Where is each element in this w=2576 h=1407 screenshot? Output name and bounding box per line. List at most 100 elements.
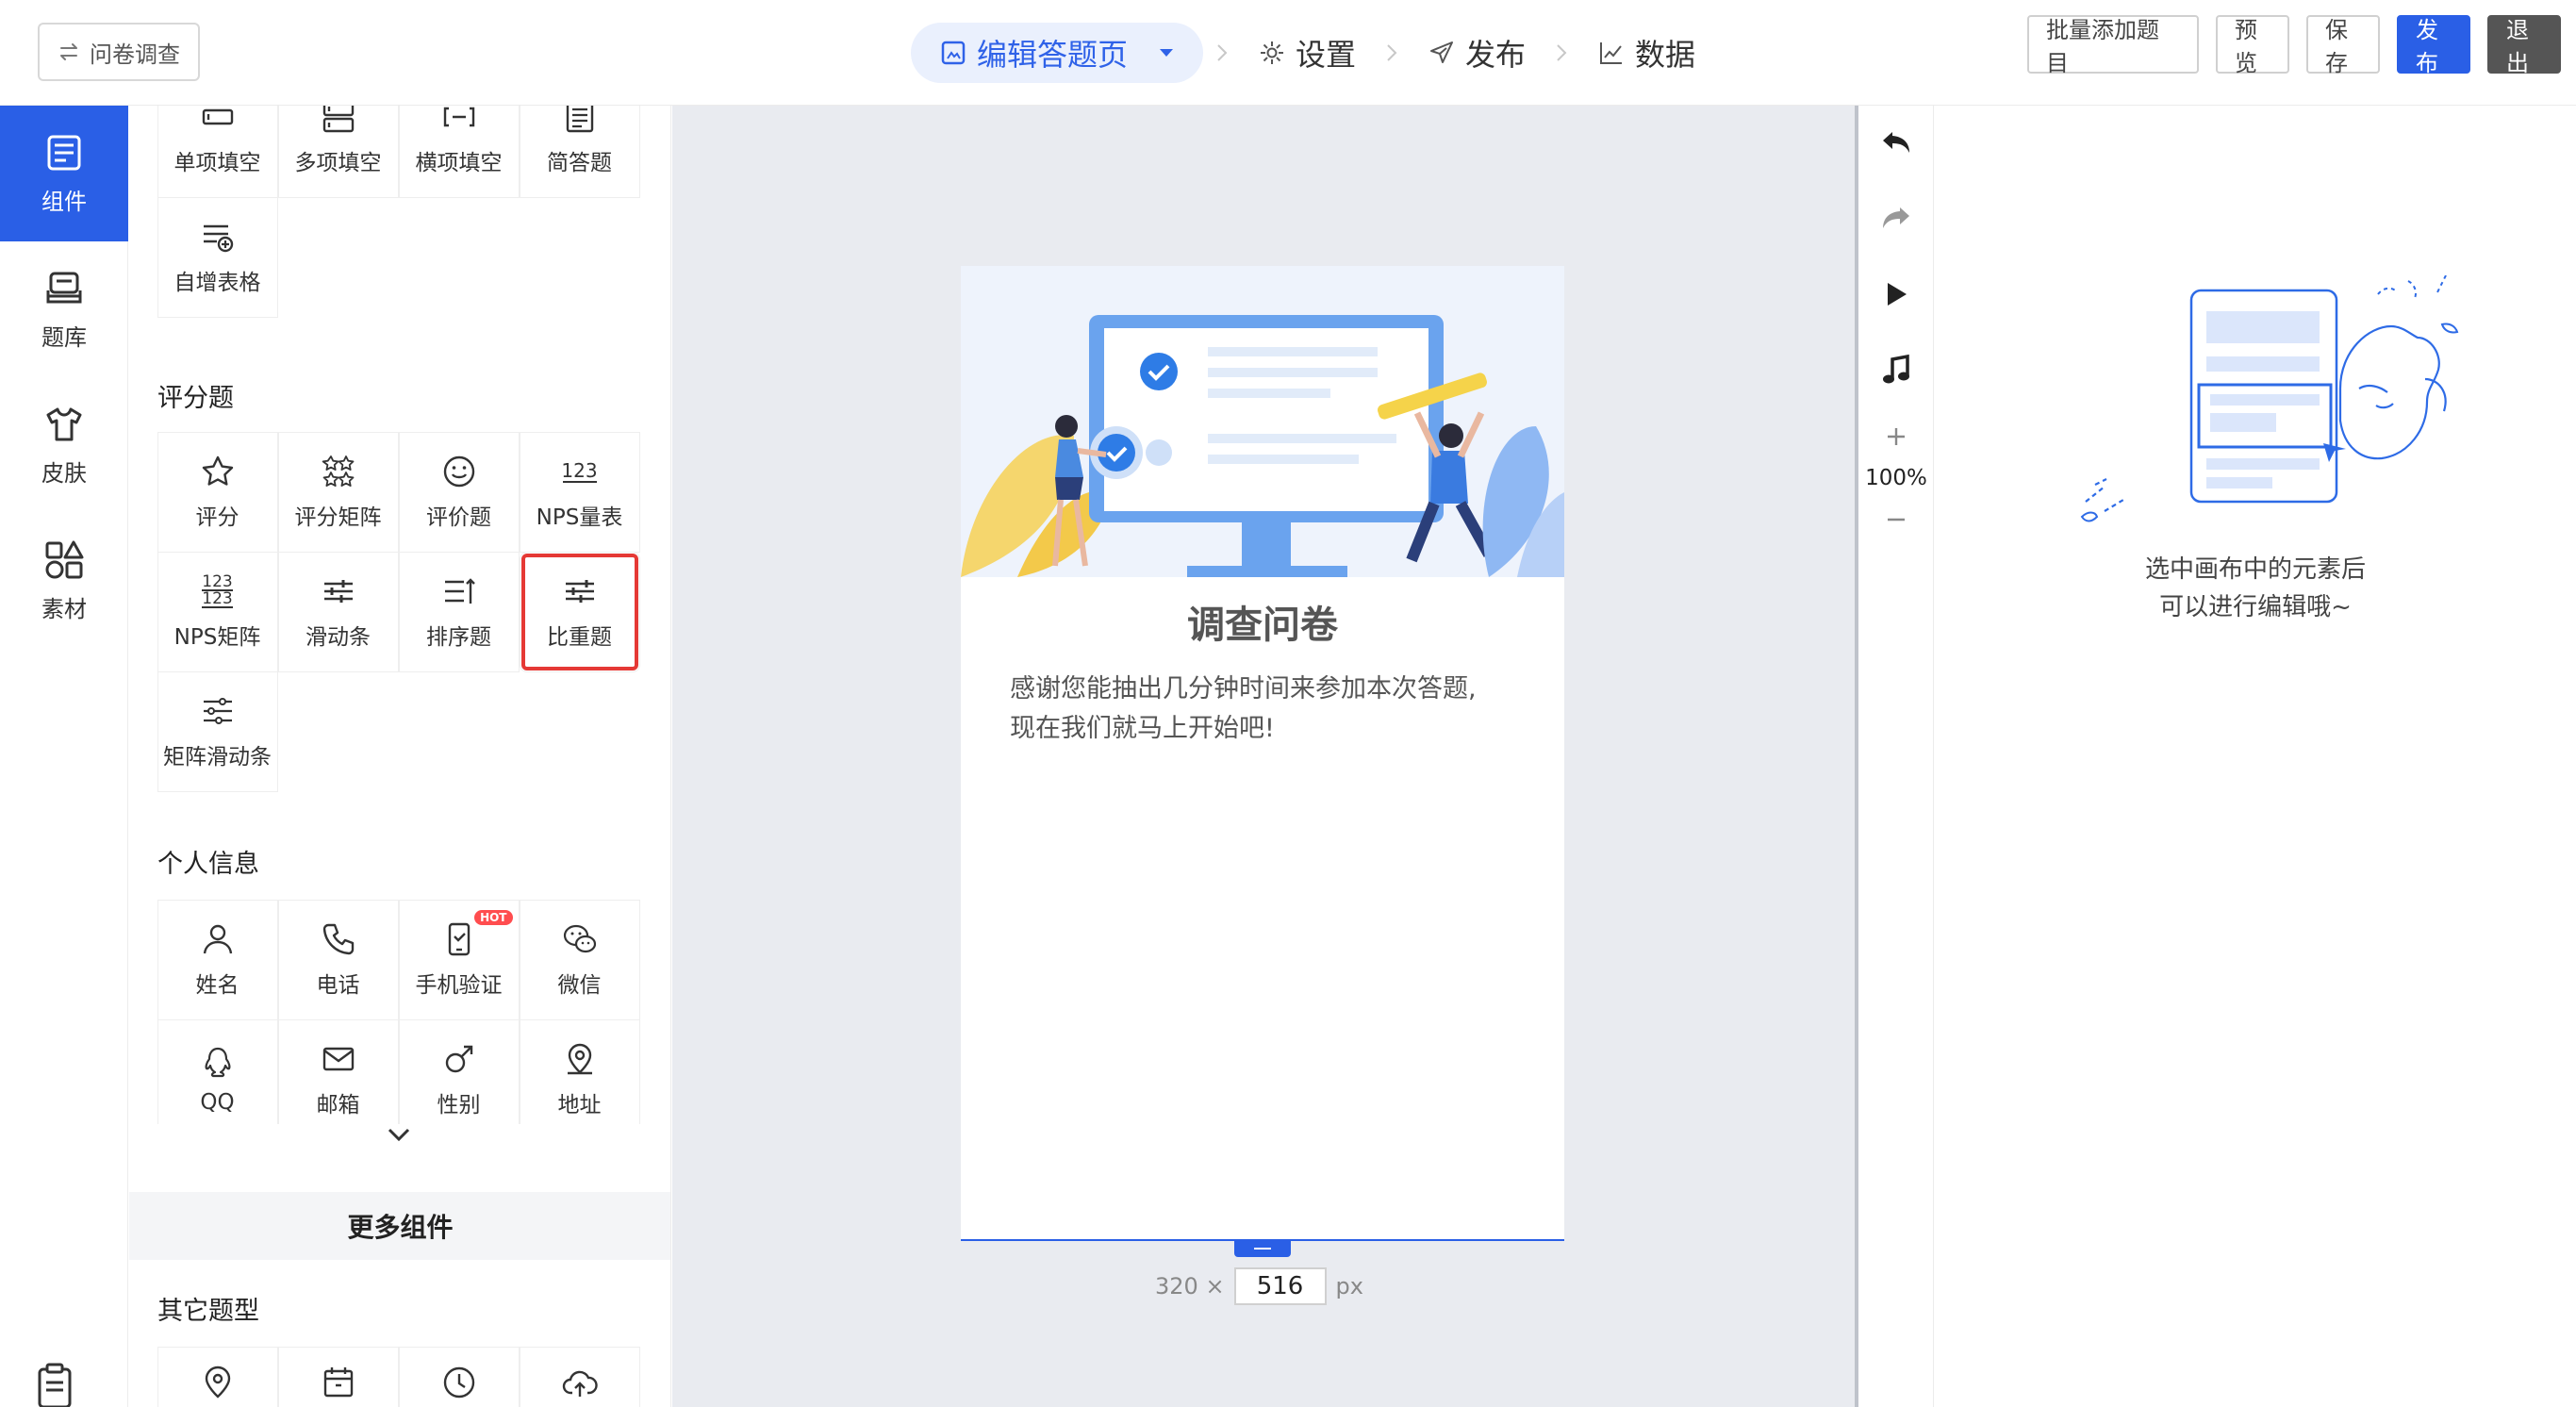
step-navigation: 编辑答题页 设置 发布 数据 <box>911 23 1712 83</box>
short-answer-icon <box>562 106 598 135</box>
component-label: 滑动条 <box>305 624 371 650</box>
component-label: 自增表格 <box>173 270 261 295</box>
nps-glyph: 123 <box>202 571 233 591</box>
component-single-fill[interactable]: 单项填空 <box>157 106 278 198</box>
nav-item-label: 题库 <box>41 323 87 351</box>
undo-icon[interactable] <box>1858 106 1934 181</box>
survey-description-line: 感谢您能抽出几分钟时间来参加本次答题, <box>1010 674 1477 704</box>
chevron-right-icon <box>1543 42 1580 63</box>
multi-fill-icon <box>321 106 356 135</box>
component-label: 简答题 <box>547 150 612 175</box>
component-label: 邮箱 <box>316 1092 360 1117</box>
chevron-right-icon <box>1373 42 1411 63</box>
component-other-2[interactable] <box>277 1346 399 1407</box>
empty-state-line: 可以进行编辑哦~ <box>2159 593 2352 621</box>
person-icon <box>200 921 236 957</box>
clipboard-icon[interactable] <box>34 1350 94 1407</box>
component-email[interactable]: 邮箱 <box>277 1018 399 1140</box>
nav-item-skin[interactable]: 皮肤 <box>0 377 128 513</box>
tool-column: 100% <box>1855 106 1934 1407</box>
component-name[interactable]: 姓名 <box>157 899 278 1020</box>
gender-icon <box>441 1041 477 1077</box>
publish-button[interactable]: 发布 <box>2397 15 2470 76</box>
left-nav: 组件 题库 皮肤 素材 <box>0 106 128 1407</box>
nav-item-materials[interactable]: 素材 <box>0 513 128 649</box>
shapes-icon <box>43 539 85 581</box>
preview-button[interactable]: 预览 <box>2216 15 2289 76</box>
swap-arrows-icon <box>58 41 80 62</box>
step-label: 发布 <box>1465 37 1527 73</box>
component-proportion[interactable]: 比重题 <box>519 551 640 672</box>
component-other-1[interactable] <box>157 1346 278 1407</box>
caret-down-icon[interactable] <box>1158 47 1175 58</box>
component-other-3[interactable] <box>398 1346 520 1407</box>
play-icon[interactable] <box>1858 257 1934 332</box>
component-label: 微信 <box>557 972 602 998</box>
step-publish[interactable]: 发布 <box>1411 23 1543 83</box>
component-matrix-slider[interactable]: 矩阵滑动条 <box>157 670 278 792</box>
horizontal-fill-icon <box>441 106 477 135</box>
component-multi-fill[interactable]: 多项填空 <box>277 106 399 198</box>
nav-item-components[interactable]: 组件 <box>0 106 128 241</box>
component-horizontal-fill[interactable]: 横项填空 <box>398 106 520 198</box>
step-settings[interactable]: 设置 <box>1241 23 1373 83</box>
zoom-out-icon[interactable] <box>1858 490 1934 549</box>
top-bar: 问卷调查 编辑答题页 设置 发布 数据 批量添加题目 预览 保存 发布 退出 <box>0 0 2576 106</box>
component-other-4[interactable] <box>519 1346 640 1407</box>
component-label: 评分 <box>195 505 239 530</box>
component-phone[interactable]: 电话 <box>277 899 399 1020</box>
zoom-level: 100% <box>1865 466 1927 490</box>
nps-glyph: 123 <box>202 588 233 608</box>
resize-handle[interactable] <box>1234 1240 1291 1257</box>
component-label: 矩阵滑动条 <box>163 744 272 770</box>
fill-grid: 单项填空 多项填空 横项填空 简答题 自增表格 <box>157 106 640 318</box>
component-sort[interactable]: 排序题 <box>398 551 520 672</box>
component-nps-scale[interactable]: 123 NPS量表 <box>519 431 640 553</box>
component-gender[interactable]: 性别 <box>398 1018 520 1140</box>
question-bank-icon <box>43 268 85 309</box>
smile-icon <box>441 454 477 489</box>
editor-canvas: 调查问卷 感谢您能抽出几分钟时间来参加本次答题, 现在我们就马上开始吧! 320… <box>672 106 1855 1407</box>
zoom-in-icon[interactable] <box>1858 407 1934 466</box>
component-label: QQ <box>200 1089 235 1115</box>
save-button[interactable]: 保存 <box>2306 15 2380 76</box>
survey-preview[interactable]: 调查问卷 感谢您能抽出几分钟时间来参加本次答题, 现在我们就马上开始吧! <box>961 266 1564 1239</box>
batch-add-button[interactable]: 批量添加题目 <box>2027 15 2199 76</box>
location-icon <box>562 1041 598 1077</box>
step-data[interactable]: 数据 <box>1580 23 1712 83</box>
component-mobile-verify[interactable]: HOT 手机验证 <box>398 899 520 1020</box>
calendar-icon <box>321 1365 356 1400</box>
canvas-unit: px <box>1335 1273 1363 1299</box>
component-slider[interactable]: 滑动条 <box>277 551 399 672</box>
expand-chevron-icon[interactable] <box>384 1124 414 1145</box>
component-evaluation[interactable]: 评价题 <box>398 431 520 553</box>
survey-description-line: 现在我们就马上开始吧! <box>1010 714 1275 743</box>
component-label: 排序题 <box>426 624 491 650</box>
sort-icon <box>441 573 477 609</box>
component-add-table[interactable]: 自增表格 <box>157 196 278 318</box>
component-label: NPS量表 <box>536 505 623 530</box>
component-label: 多项填空 <box>294 150 382 175</box>
component-qq[interactable]: QQ <box>157 1018 278 1140</box>
canvas-height-input[interactable]: 516 <box>1233 1267 1327 1305</box>
component-rating[interactable]: 评分 <box>157 431 278 553</box>
step-edit-page[interactable]: 编辑答题页 <box>911 23 1204 83</box>
component-address[interactable]: 地址 <box>519 1018 640 1140</box>
component-rating-matrix[interactable]: 评分矩阵 <box>277 431 399 553</box>
component-nps-matrix[interactable]: 123 123 NPS矩阵 <box>157 551 278 672</box>
exit-button[interactable]: 退出 <box>2487 15 2561 76</box>
survey-description[interactable]: 感谢您能抽出几分钟时间来参加本次答题, 现在我们就马上开始吧! <box>961 649 1564 770</box>
component-short-answer[interactable]: 简答题 <box>519 106 640 198</box>
component-label: 评价题 <box>426 505 491 530</box>
empty-state-line: 选中画布中的元素后 <box>2144 555 2366 584</box>
music-note-icon[interactable] <box>1858 332 1934 407</box>
component-label: 单项填空 <box>173 150 261 175</box>
back-to-survey-button[interactable]: 问卷调查 <box>38 23 200 81</box>
more-components-header[interactable]: 更多组件 <box>129 1192 670 1260</box>
component-label: 手机验证 <box>415 972 503 998</box>
nav-item-question-bank[interactable]: 题库 <box>0 241 128 377</box>
redo-icon[interactable] <box>1858 181 1934 257</box>
survey-title[interactable]: 调查问卷 <box>961 594 1564 649</box>
component-wechat[interactable]: 微信 <box>519 899 640 1020</box>
star-icon <box>200 454 236 489</box>
